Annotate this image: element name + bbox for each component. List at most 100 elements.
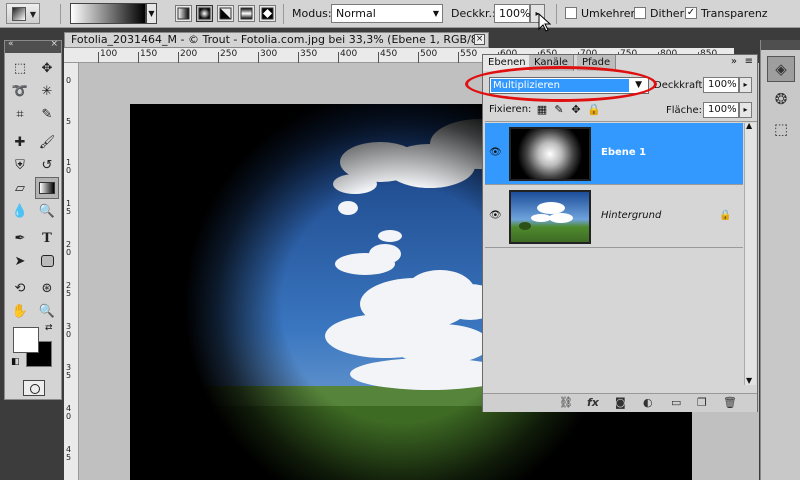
move-tool[interactable]: ✥ (35, 57, 59, 79)
fill-input[interactable]: 100% (703, 102, 739, 118)
layer-style-icon[interactable]: fx (587, 396, 599, 409)
3d-orbit-tool[interactable]: ⊛ (35, 277, 59, 299)
swap-colors-icon[interactable]: ⇄ (45, 323, 53, 333)
ruler-tick-label: 350 (300, 49, 318, 59)
dither-checkbox[interactable] (634, 7, 646, 19)
delete-layer-icon[interactable]: 🗑 (723, 396, 737, 409)
healing-brush-tool[interactable]: ✚ (8, 131, 32, 153)
gradient-preview[interactable] (70, 3, 146, 24)
ruler-tick (298, 52, 299, 63)
ruler-tick-label: 450 (380, 49, 398, 59)
scroll-down-icon[interactable]: ▼ (746, 376, 752, 385)
layer-opacity-input[interactable]: 100% (703, 77, 739, 93)
clone-stamp-tool[interactable]: ⛨ (8, 154, 32, 176)
ruler-tick (458, 52, 459, 63)
close-icon[interactable]: × (474, 34, 485, 45)
layer-row-ebene-1[interactable]: 👁 Ebene 1 (485, 123, 743, 185)
lock-image-icon[interactable]: ✎ (553, 104, 565, 116)
brush-tool[interactable]: 🖌 (35, 131, 59, 153)
dither-label: Dither (650, 7, 685, 20)
gradient-tool[interactable] (35, 177, 59, 199)
crop-tool[interactable]: ⌗ (8, 103, 32, 125)
diamond-gradient-button[interactable] (259, 5, 276, 22)
ruler-tick (418, 52, 419, 63)
chevron-down-icon: ▼ (29, 10, 36, 19)
paths-panel-button[interactable]: ⬚ (767, 116, 795, 142)
ruler-tick-label: 2 0 (66, 240, 72, 257)
pen-tool[interactable]: ✒ (8, 227, 32, 249)
eye-icon[interactable]: 👁 (489, 147, 502, 158)
reverse-label: Umkehren (581, 7, 638, 20)
type-tool[interactable]: T (35, 227, 59, 249)
marquee-tool[interactable]: ⬚ (8, 57, 32, 79)
layer-name: Ebene 1 (601, 147, 647, 158)
eyedropper-tool[interactable]: ✎ (35, 103, 59, 125)
panel-menu-icon[interactable]: ≡ (745, 56, 753, 67)
gradient-picker-dropdown[interactable]: ▼ (146, 3, 157, 24)
close-icon[interactable]: × (50, 39, 58, 49)
new-layer-icon[interactable]: ❐ (697, 396, 707, 409)
default-colors-icon[interactable]: ◧ (11, 357, 20, 367)
eye-icon[interactable]: 👁 (489, 210, 502, 221)
lock-position-icon[interactable]: ✥ (570, 104, 582, 116)
layers-panel-footer: ⛓ fx ◙ ◐ ▭ ❐ 🗑 (483, 393, 757, 412)
reverse-checkbox[interactable] (565, 7, 577, 19)
type-icon: T (42, 230, 52, 246)
collapse-icon[interactable]: « (8, 39, 14, 49)
linear-gradient-button[interactable] (175, 5, 192, 22)
layers-panel-button[interactable]: ◈ (767, 56, 795, 82)
dodge-icon: 🔍 (38, 203, 56, 219)
radial-gradient-icon (198, 7, 211, 20)
toolbox-header[interactable]: « × (5, 39, 61, 53)
gradient-icon (39, 182, 55, 194)
shape-tool[interactable] (35, 250, 59, 272)
fill-slider-button[interactable]: ▸ (739, 102, 752, 118)
crop-icon: ⌗ (16, 106, 24, 122)
collapse-icon[interactable]: » (731, 56, 737, 67)
eraser-tool[interactable]: ▱ (8, 177, 32, 199)
lock-all-icon[interactable]: 🔒 (587, 104, 601, 116)
checkmark-icon: ✓ (686, 7, 696, 18)
layer-row-hintergrund[interactable]: 👁 Hintergrund 🔒 (485, 186, 743, 248)
layer-mask-icon[interactable]: ◙ (615, 396, 626, 409)
link-layers-icon[interactable]: ⛓ (559, 396, 573, 409)
eyedropper-icon: ✎ (41, 106, 53, 122)
lasso-tool[interactable]: ➰ (8, 80, 32, 102)
layer-opacity-slider-button[interactable]: ▸ (739, 77, 752, 93)
mode-value: Normal (336, 7, 376, 20)
dodge-tool[interactable]: 🔍 (35, 200, 59, 222)
scroll-up-icon[interactable]: ▲ (746, 121, 752, 130)
adjustment-layer-icon[interactable]: ◐ (643, 396, 653, 409)
zoom-tool[interactable]: 🔍 (35, 300, 59, 322)
transparency-checkbox[interactable]: ✓ (685, 7, 697, 19)
hand-tool[interactable]: ✋ (8, 300, 32, 322)
quick-mask-button[interactable] (23, 380, 45, 396)
lock-transparent-icon[interactable]: ▦ (536, 104, 548, 116)
mode-select[interactable]: Normal ▼ (331, 4, 443, 23)
history-brush-icon: ↺ (41, 157, 53, 173)
new-group-icon[interactable]: ▭ (671, 396, 681, 409)
reflected-gradient-button[interactable] (238, 5, 255, 22)
dock-header[interactable] (761, 40, 800, 50)
angle-gradient-button[interactable] (217, 5, 234, 22)
ruler-tick-label: 5 (66, 117, 72, 126)
ruler-tick-label: 100 (100, 49, 118, 59)
ruler-tick-label: 4 5 (66, 445, 72, 462)
layers-scrollbar[interactable]: ▲ ▼ (744, 121, 756, 385)
opacity-input[interactable]: 100% (494, 4, 530, 23)
radial-gradient-button[interactable] (196, 5, 213, 22)
blur-icon: 💧 (11, 203, 29, 219)
chevron-right-icon: ▸ (743, 105, 748, 114)
tool-preset-picker[interactable]: ▼ (6, 3, 40, 24)
lock-label: Fixieren: (489, 104, 532, 115)
blur-tool[interactable]: 💧 (8, 200, 32, 222)
history-brush-tool[interactable]: ↺ (35, 154, 59, 176)
document-tab[interactable]: Fotolia_2031464_M - © Trout - Fotolia.co… (64, 32, 489, 60)
panel-dock: ◈ ❂ ⬚ (760, 40, 800, 480)
path-selection-tool[interactable]: ➤ (8, 250, 32, 272)
magic-wand-tool[interactable]: ✳ (35, 80, 59, 102)
reflected-gradient-icon (240, 7, 253, 20)
channels-panel-button[interactable]: ❂ (767, 86, 795, 112)
3d-rotate-tool[interactable]: ⟲ (8, 277, 32, 299)
foreground-color[interactable] (13, 327, 39, 353)
